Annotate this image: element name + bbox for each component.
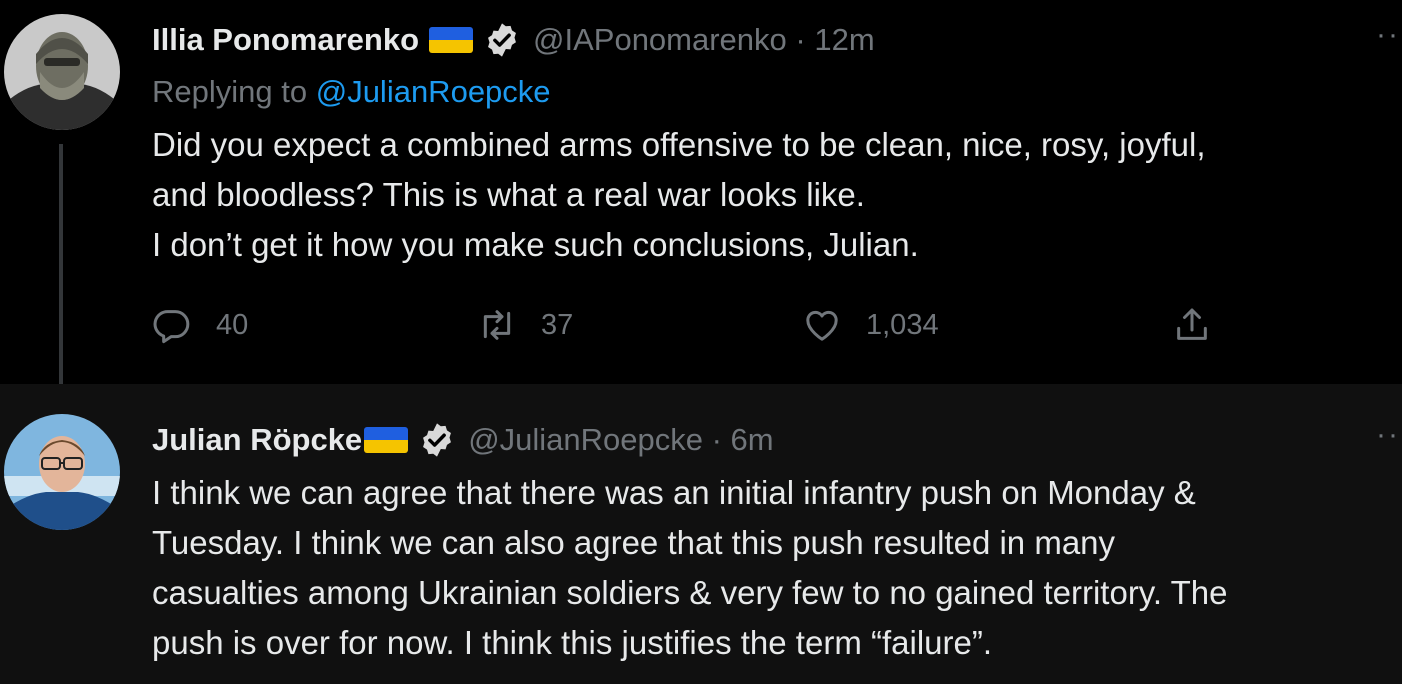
author-name[interactable]: Illia Ponomarenko: [152, 22, 419, 58]
tweet-body-roepcke: Julian Röpcke @JulianRoepcke · 6m ·· I t…: [152, 418, 1398, 668]
reply-icon: [153, 310, 190, 344]
tweet-text-line: casualties among Ukrainian soldiers & ve…: [152, 574, 1228, 611]
author-name[interactable]: Julian Röpcke: [152, 422, 362, 458]
tweet-text-line: I don’t get it how you make such conclus…: [152, 226, 919, 263]
tweet-text-line: I think we can agree that there was an i…: [152, 474, 1196, 511]
tweet-header: Julian Röpcke @JulianRoepcke · 6m ··: [152, 418, 1398, 462]
tweet-text-line: push is over for now. I think this justi…: [152, 624, 993, 661]
thread-line: [59, 144, 63, 406]
ukraine-flag-icon: [364, 427, 409, 453]
more-options-icon[interactable]: ··: [1376, 18, 1400, 52]
tweet-text-line: Tuesday. I think we can also agree that …: [152, 524, 1116, 561]
handle-and-time[interactable]: @JulianRoepcke · 6m: [468, 422, 773, 458]
reply-count: 40: [216, 308, 249, 341]
tweet-header: Illia Ponomarenko @IAPonomarenko · 12m ·…: [152, 18, 1398, 62]
reply-button[interactable]: 40: [152, 305, 248, 345]
avatar-roepcke[interactable]: [4, 414, 120, 530]
like-button[interactable]: 1,034: [802, 305, 939, 345]
retweet-count: 37: [541, 308, 574, 341]
tweet-ponomarenko[interactable]: Illia Ponomarenko @IAPonomarenko · 12m ·…: [0, 0, 1402, 406]
retweet-icon: [483, 310, 511, 340]
avatar-ponomarenko[interactable]: [4, 14, 120, 130]
ukraine-flag-icon: [429, 27, 474, 53]
tweet-text-line: and bloodless? This is what a real war l…: [152, 176, 865, 213]
tweet-text: I think we can agree that there was an i…: [152, 468, 1382, 668]
replying-to-link[interactable]: @JulianRoepcke: [316, 74, 551, 109]
share-button[interactable]: [1172, 305, 1236, 345]
like-icon: [806, 310, 838, 341]
retweet-button[interactable]: 37: [477, 305, 573, 345]
verified-badge-icon: [423, 423, 452, 457]
replying-prefix: Replying to: [152, 74, 308, 109]
share-icon: [1177, 308, 1207, 340]
like-count: 1,034: [866, 308, 939, 341]
more-options-icon[interactable]: ··: [1376, 418, 1400, 452]
replying-to: Replying to @JulianRoepcke: [152, 74, 1382, 114]
tweet-actions: 40 37 1,034: [152, 305, 1252, 355]
tweet-body: Illia Ponomarenko @IAPonomarenko · 12m ·…: [152, 18, 1398, 270]
handle-and-time[interactable]: @IAPonomarenko · 12m: [533, 22, 875, 58]
verified-badge-icon: [488, 23, 516, 57]
tweet-text: Did you expect a combined arms offensive…: [152, 120, 1382, 270]
tweet-text-line: Did you expect a combined arms offensive…: [152, 126, 1206, 163]
